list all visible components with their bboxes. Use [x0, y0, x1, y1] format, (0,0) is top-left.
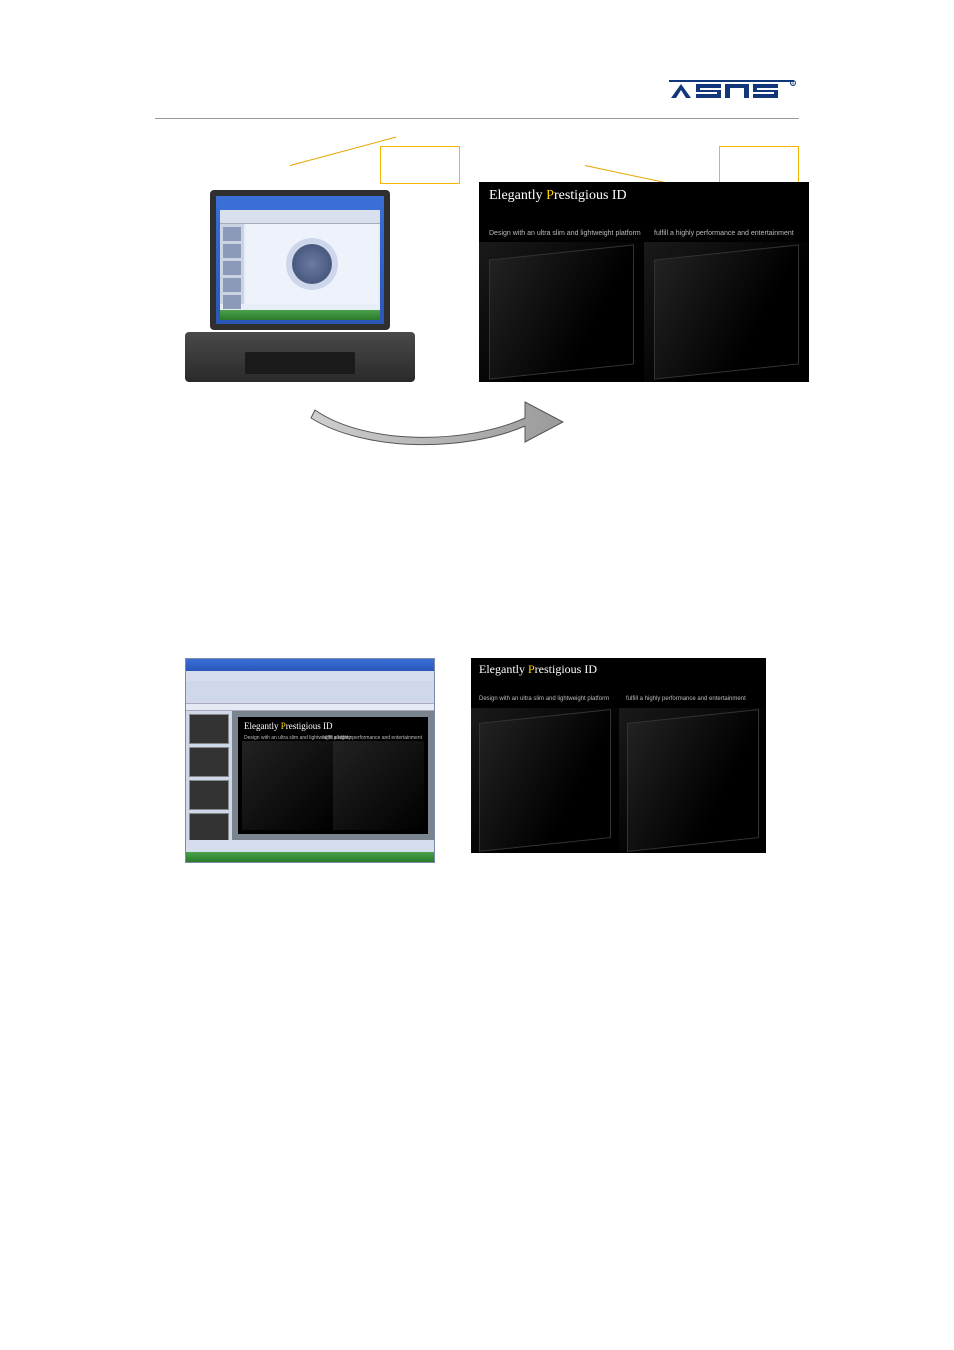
svg-text:R: R: [792, 81, 795, 86]
laptop-screen: [210, 190, 390, 330]
current-slide-title-suffix: restigious ID: [286, 721, 333, 731]
window-toolbars: [186, 681, 434, 703]
callout-external-display: [719, 146, 799, 184]
top-diagram: Elegantly Prestigious ID Design with an …: [155, 140, 799, 460]
header-divider: [155, 118, 799, 119]
status-area: [186, 840, 434, 862]
slide2-title-accent: P: [528, 662, 535, 676]
external-display: Elegantly Prestigious ID Design with an …: [479, 182, 809, 382]
slide2-title-suffix: restigious ID: [535, 662, 597, 676]
callout-laptop: [380, 146, 460, 184]
second-row: Elegantly Prestigious ID Design with an …: [185, 658, 799, 868]
laptop-base: [185, 332, 415, 382]
slide-subcaption-left: Design with an ultra slim and lightweigh…: [489, 230, 641, 237]
window-menubar: [186, 671, 434, 681]
slide-canvas: Elegantly Prestigious ID Design with an …: [232, 711, 434, 840]
gear-icon: [292, 244, 332, 284]
slide2-title: Elegantly Prestigious ID: [479, 662, 597, 677]
slide-title: Elegantly Prestigious ID: [489, 188, 627, 204]
slide-title-suffix: restigious ID: [554, 188, 627, 203]
slide2-subcap-right: fulfill a highly performance and enterta…: [626, 696, 746, 702]
slide-title-accent: P: [546, 188, 554, 203]
window-titlebar: [186, 659, 434, 671]
slide2-title-prefix: Elegantly: [479, 662, 528, 676]
powerpoint-window: [220, 200, 380, 320]
current-slide-title-prefix: Elegantly: [244, 721, 281, 731]
flow-arrow: [305, 400, 565, 450]
brand-logo: R: [669, 75, 799, 103]
slide2-subcap-left: Design with an ultra slim and lightweigh…: [479, 696, 609, 702]
powerpoint-screenshot: Elegantly Prestigious ID Design with an …: [185, 658, 435, 863]
slide-subcaption-right: fulfill a highly performance and enterta…: [654, 230, 794, 237]
slide-title-prefix: Elegantly: [489, 188, 546, 203]
laptop-image: [185, 190, 415, 390]
current-slide: Elegantly Prestigious ID Design with an …: [238, 717, 428, 834]
ruler: [186, 703, 434, 711]
slide-thumbnails: [186, 711, 232, 840]
external-display-2: Elegantly Prestigious ID Design with an …: [471, 658, 766, 853]
